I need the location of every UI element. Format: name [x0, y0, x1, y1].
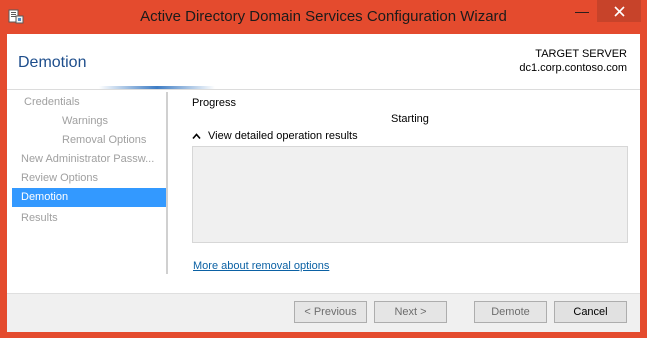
nav-item-label: New Administrator Passw... [21, 153, 155, 165]
nav-item-review-options[interactable]: Review Options [12, 169, 166, 188]
nav-item-new-administrator-password[interactable]: New Administrator Passw... [12, 150, 166, 169]
wizard-window: Active Directory Domain Services Configu… [0, 0, 647, 338]
close-icon [613, 5, 625, 17]
details-toggle-label: View detailed operation results [208, 130, 358, 142]
status-text: Starting [391, 113, 429, 125]
operation-results-box[interactable] [192, 146, 628, 243]
nav-item-label: Demotion [21, 191, 69, 203]
content-pane: Progress Starting View detailed operatio… [192, 94, 633, 278]
nav-item-label: Review Options [21, 172, 99, 184]
previous-button[interactable]: < Previous [294, 301, 367, 323]
nav-item-label: Results [21, 212, 58, 224]
nav-item-credentials[interactable]: Credentials [12, 93, 166, 112]
nav-item-label: Removal Options [62, 134, 147, 146]
demote-button[interactable]: Demote [474, 301, 547, 323]
nav-item-removal-options[interactable]: Removal Options [12, 131, 166, 150]
cancel-button[interactable]: Cancel [554, 301, 627, 323]
minimize-button[interactable]: — [567, 0, 597, 22]
target-server-label: TARGET SERVER [535, 48, 627, 60]
wizard-footer: < Previous Next > Demote Cancel [7, 293, 640, 332]
details-toggle[interactable]: View detailed operation results [192, 128, 358, 144]
nav-item-demotion[interactable]: Demotion [12, 188, 166, 207]
nav-item-warnings[interactable]: Warnings [12, 112, 166, 131]
nav-divider [166, 92, 168, 274]
chevron-up-icon [192, 132, 201, 139]
window-title: Active Directory Domain Services Configu… [140, 8, 507, 25]
nav-item-label: Warnings [62, 115, 109, 127]
nav-item-label: Credentials [24, 96, 80, 108]
page-title: Demotion [18, 54, 87, 71]
header-accent-line [99, 86, 215, 89]
minimize-icon: — [575, 3, 589, 19]
next-button[interactable]: Next > [374, 301, 447, 323]
wizard-header: Demotion TARGET SERVER dc1.corp.contoso.… [7, 34, 640, 90]
progress-label: Progress [192, 97, 237, 109]
wizard-client-area: Demotion TARGET SERVER dc1.corp.contoso.… [7, 34, 640, 332]
nav-item-results[interactable]: Results [12, 209, 166, 228]
target-server-name: dc1.corp.contoso.com [519, 62, 627, 74]
more-about-removal-options-link[interactable]: More about removal options [193, 260, 329, 272]
title-bar: Active Directory Domain Services Configu… [0, 0, 647, 34]
wizard-nav: Credentials Warnings Removal Options New… [7, 92, 167, 276]
close-button[interactable] [597, 0, 641, 22]
